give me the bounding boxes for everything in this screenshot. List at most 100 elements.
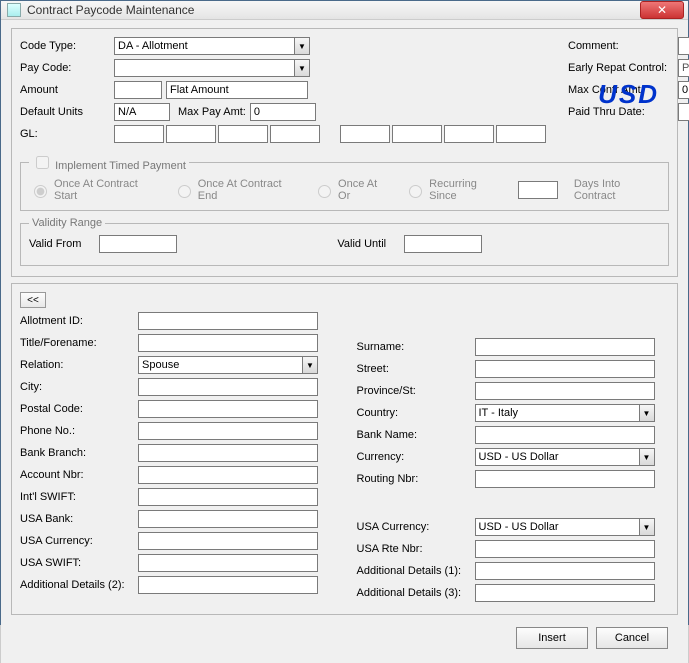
street-label: Street: <box>357 363 475 375</box>
amount-label: Amount <box>20 84 114 96</box>
currency-big-label: USD <box>598 79 659 110</box>
routing-nbr-input[interactable] <box>475 470 655 488</box>
phone-no-label: Phone No.: <box>20 425 138 437</box>
comment-label: Comment: <box>568 40 678 52</box>
usa-currency-label: USA Currency: <box>357 521 475 533</box>
surname-input[interactable] <box>475 338 655 356</box>
paid-thru-input[interactable] <box>678 103 689 121</box>
gl-seg-2[interactable] <box>166 125 216 143</box>
amount-input[interactable] <box>114 81 162 99</box>
gl-label: GL: <box>20 128 114 140</box>
gl-seg-3[interactable] <box>218 125 268 143</box>
intl-swift-input[interactable] <box>138 488 318 506</box>
gl-seg-4[interactable] <box>270 125 320 143</box>
chevron-down-icon[interactable]: ▼ <box>294 37 310 55</box>
insert-button[interactable]: Insert <box>516 627 588 649</box>
addl1-input[interactable] <box>475 562 655 580</box>
valid-until-label: Valid Until <box>337 238 386 250</box>
gl-seg-5[interactable] <box>340 125 390 143</box>
usa-currency-left-input[interactable] <box>138 532 318 550</box>
timed-payment-group: Implement Timed Payment Once At Contract… <box>20 153 669 211</box>
addl3-input[interactable] <box>475 584 655 602</box>
timed-checkbox <box>36 156 49 169</box>
addl3-label: Additional Details (3): <box>357 587 475 599</box>
country-label: Country: <box>357 407 475 419</box>
chevron-down-icon[interactable]: ▼ <box>639 518 655 536</box>
validity-group: Validity Range Valid From Valid Until <box>20 217 669 266</box>
allotment-id-input[interactable] <box>138 312 318 330</box>
relation-label: Relation: <box>20 359 138 371</box>
usa-rte-nbr-input[interactable] <box>475 540 655 558</box>
early-repat-combo[interactable]: ▼ <box>678 59 689 77</box>
surname-label: Surname: <box>357 341 475 353</box>
allotment-id-label: Allotment ID: <box>20 315 138 327</box>
max-contr-amt-input[interactable] <box>678 81 689 99</box>
city-label: City: <box>20 381 138 393</box>
usa-currency-left-label: USA Currency: <box>20 535 138 547</box>
early-repat-input <box>678 59 689 77</box>
usa-swift-label: USA SWIFT: <box>20 557 138 569</box>
button-bar: Insert Cancel <box>11 621 678 655</box>
comment-input[interactable] <box>678 37 689 55</box>
window-title: Contract Paycode Maintenance <box>27 3 640 17</box>
title-forename-input[interactable] <box>138 334 318 352</box>
title-forename-label: Title/Forename: <box>20 337 138 349</box>
usa-currency-combo[interactable]: ▼ <box>475 518 655 536</box>
valid-from-input[interactable] <box>99 235 177 253</box>
client-area: USD Code Type: ▼ Pay Code: ▼ <box>1 20 688 663</box>
timed-opt-end: Once At Contract End <box>173 178 297 202</box>
gl-seg-7[interactable] <box>444 125 494 143</box>
pay-code-input[interactable] <box>114 59 294 77</box>
gl-seg-1[interactable] <box>114 125 164 143</box>
account-nbr-input[interactable] <box>138 466 318 484</box>
titlebar: Contract Paycode Maintenance ✕ <box>1 1 688 20</box>
collapse-button[interactable]: << <box>20 292 46 308</box>
chevron-down-icon[interactable]: ▼ <box>302 356 318 374</box>
usa-bank-label: USA Bank: <box>20 513 138 525</box>
amount-flat[interactable] <box>166 81 308 99</box>
relation-input[interactable] <box>138 356 302 374</box>
street-input[interactable] <box>475 360 655 378</box>
default-units-input[interactable] <box>114 103 170 121</box>
cancel-button[interactable]: Cancel <box>596 627 668 649</box>
gl-seg-6[interactable] <box>392 125 442 143</box>
usa-swift-input[interactable] <box>138 554 318 572</box>
chevron-down-icon[interactable]: ▼ <box>639 404 655 422</box>
province-label: Province/St: <box>357 385 475 397</box>
radio-recur <box>409 185 422 198</box>
pay-code-label: Pay Code: <box>20 62 114 74</box>
timed-tail-label: Days Into Contract <box>574 178 660 202</box>
addl2-input[interactable] <box>138 576 318 594</box>
code-type-combo[interactable]: ▼ <box>114 37 310 55</box>
chevron-down-icon[interactable]: ▼ <box>639 448 655 466</box>
bank-branch-label: Bank Branch: <box>20 447 138 459</box>
country-input[interactable] <box>475 404 639 422</box>
currency-input[interactable] <box>475 448 639 466</box>
valid-until-input[interactable] <box>404 235 482 253</box>
usa-currency-input[interactable] <box>475 518 639 536</box>
currency-label: Currency: <box>357 451 475 463</box>
country-combo[interactable]: ▼ <box>475 404 655 422</box>
currency-combo[interactable]: ▼ <box>475 448 655 466</box>
close-button[interactable]: ✕ <box>640 1 684 19</box>
gl-seg-8[interactable] <box>496 125 546 143</box>
addl2-label: Additional Details (2): <box>20 579 138 591</box>
max-pay-amt-input[interactable] <box>250 103 316 121</box>
usa-bank-input[interactable] <box>138 510 318 528</box>
city-input[interactable] <box>138 378 318 396</box>
chevron-down-icon[interactable]: ▼ <box>294 59 310 77</box>
relation-combo[interactable]: ▼ <box>138 356 318 374</box>
pay-code-combo[interactable]: ▼ <box>114 59 310 77</box>
validity-legend: Validity Range <box>29 217 105 229</box>
code-type-input[interactable] <box>114 37 294 55</box>
postal-code-input[interactable] <box>138 400 318 418</box>
timed-opt-recur: Recurring Since <box>404 178 502 202</box>
allotment-panel: << Allotment ID: Title/Forename: Relatio… <box>11 283 678 615</box>
province-input[interactable] <box>475 382 655 400</box>
code-type-label: Code Type: <box>20 40 114 52</box>
intl-swift-label: Int'l SWIFT: <box>20 491 138 503</box>
default-units-label: Default Units <box>20 106 114 118</box>
bank-branch-input[interactable] <box>138 444 318 462</box>
bank-name-input[interactable] <box>475 426 655 444</box>
phone-no-input[interactable] <box>138 422 318 440</box>
